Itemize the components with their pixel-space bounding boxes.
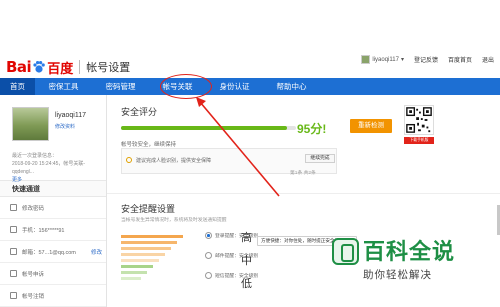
phone-icon: [10, 226, 17, 233]
quick-item-cancel[interactable]: 帐号注销: [0, 285, 106, 307]
radio-button[interactable]: [205, 272, 212, 279]
level-medium: 中: [241, 254, 252, 267]
level-bar: [121, 265, 153, 268]
user-menu: liyaoqi117 ▾ 登记反馈 百度首页 退出: [361, 55, 494, 64]
last-login-label: 最近一次登录信息：: [12, 153, 58, 159]
section-divider: [107, 193, 500, 194]
nav-security-tools[interactable]: 密保工具: [35, 78, 92, 95]
top-header: Bai 百度 帐号设置 liyaoqi117 ▾ 登记反馈 百度首页 退出: [0, 0, 500, 78]
watermark-title: 百科全说: [363, 240, 456, 265]
quick-item-phone[interactable]: 手机：156*****91: [0, 219, 106, 241]
logo-du-text: 百度: [47, 60, 74, 76]
level-bar: [121, 235, 183, 238]
warning-icon: [126, 157, 132, 163]
continue-button[interactable]: 继续完成: [305, 154, 335, 163]
user-menu-name[interactable]: liyaoqi117 ▾: [361, 55, 404, 64]
last-login-detail: 2018-09-20 15:24:45，帐号关联-qqdengl...: [12, 161, 86, 175]
watermark-logo-icon: [332, 238, 359, 265]
radio-button[interactable]: [205, 252, 212, 259]
mail-icon: [10, 248, 17, 255]
document-icon: [10, 270, 17, 277]
profile-card: liyaoqi117 修改资料 最近一次登录信息： 2018-09-20 15:…: [0, 95, 107, 184]
level-low: 低: [241, 277, 252, 290]
page-title: 帐号设置: [86, 62, 131, 74]
qr-code-icon[interactable]: [404, 105, 434, 135]
quick-item-appeal[interactable]: 帐号申诉: [0, 263, 106, 285]
level-bar: [121, 241, 177, 244]
edit-profile-link[interactable]: 修改资料: [55, 123, 75, 130]
logout-link[interactable]: 退出: [482, 55, 494, 64]
level-bar: [121, 247, 171, 250]
remind-settings-desc: 当帐号发生异常情况时，系统将及时发送通知提醒: [121, 218, 227, 223]
score-value: 95分!: [297, 122, 327, 136]
quick-item-label: 帐号申诉: [22, 271, 45, 278]
security-status: 帐号较安全，继续保持: [121, 142, 177, 148]
quick-item-label: 修改密码: [22, 205, 45, 212]
chevron-down-icon: ▾: [400, 57, 404, 63]
level-bar: [121, 259, 159, 262]
avatar[interactable]: [12, 107, 49, 141]
level-bar: [121, 253, 165, 256]
baidu-logo[interactable]: Bai 百度 帐号设置: [6, 58, 130, 76]
quick-item-label: 邮箱：57...1@qq.com: [22, 249, 76, 256]
security-score-title: 安全评分: [121, 107, 158, 117]
remind-settings-title: 安全提醒设置: [121, 204, 176, 214]
quick-item-email[interactable]: 邮箱：57...1@qq.com 修改: [0, 241, 106, 263]
lock-icon: [10, 204, 17, 211]
level-bar: [121, 271, 147, 274]
nav-home[interactable]: 首页: [0, 78, 35, 95]
watermark-subtitle: 助你轻松解决: [363, 269, 432, 281]
quick-item-password[interactable]: 修改密码: [0, 197, 106, 219]
nav-identity[interactable]: 身份认证: [206, 78, 263, 95]
security-tip-text: 建议完成人脸识别，提供安全保障: [136, 158, 212, 164]
feedback-link[interactable]: 登记反馈: [414, 55, 438, 64]
radio-button[interactable]: [205, 232, 212, 239]
last-login-info: 最近一次登录信息： 2018-09-20 15:24:45，帐号关联-qqden…: [12, 152, 107, 184]
paw-icon: [33, 61, 46, 73]
watermark: 百科全说 助你轻松解决: [363, 234, 473, 282]
logo-divider: [79, 60, 81, 74]
tip-pagination: 第1条 共2条: [290, 171, 316, 176]
last-login-more-link[interactable]: 更多: [12, 176, 107, 184]
email-modify-link[interactable]: 修改: [91, 248, 102, 256]
user-icon: [10, 292, 17, 299]
baidu-home-link[interactable]: 百度首页: [448, 55, 472, 64]
user-menu-username: liyaoqi117: [372, 56, 399, 63]
download-app-label[interactable]: 下载手机版: [404, 137, 434, 144]
logo-bai-text: Bai: [6, 58, 32, 76]
quick-item-label: 帐号注销: [22, 293, 45, 300]
profile-username: liyaoqi117: [55, 112, 87, 119]
sidebar: liyaoqi117 修改资料 最近一次登录信息： 2018-09-20 15:…: [0, 95, 107, 307]
nav-help[interactable]: 帮助中心: [263, 78, 320, 95]
level-bar: [121, 277, 141, 280]
nav-password[interactable]: 密码管理: [92, 78, 149, 95]
redetect-button[interactable]: 重新检测: [350, 119, 392, 133]
avatar-icon: [361, 55, 371, 64]
score-progress-bar: [121, 126, 296, 130]
main-nav: 首页 密保工具 密码管理 帐号关联 身份认证 帮助中心: [0, 78, 500, 95]
quick-item-label: 手机：156*****91: [22, 227, 65, 234]
score-progress-fill: [121, 126, 288, 130]
level-high: 高: [241, 231, 252, 244]
